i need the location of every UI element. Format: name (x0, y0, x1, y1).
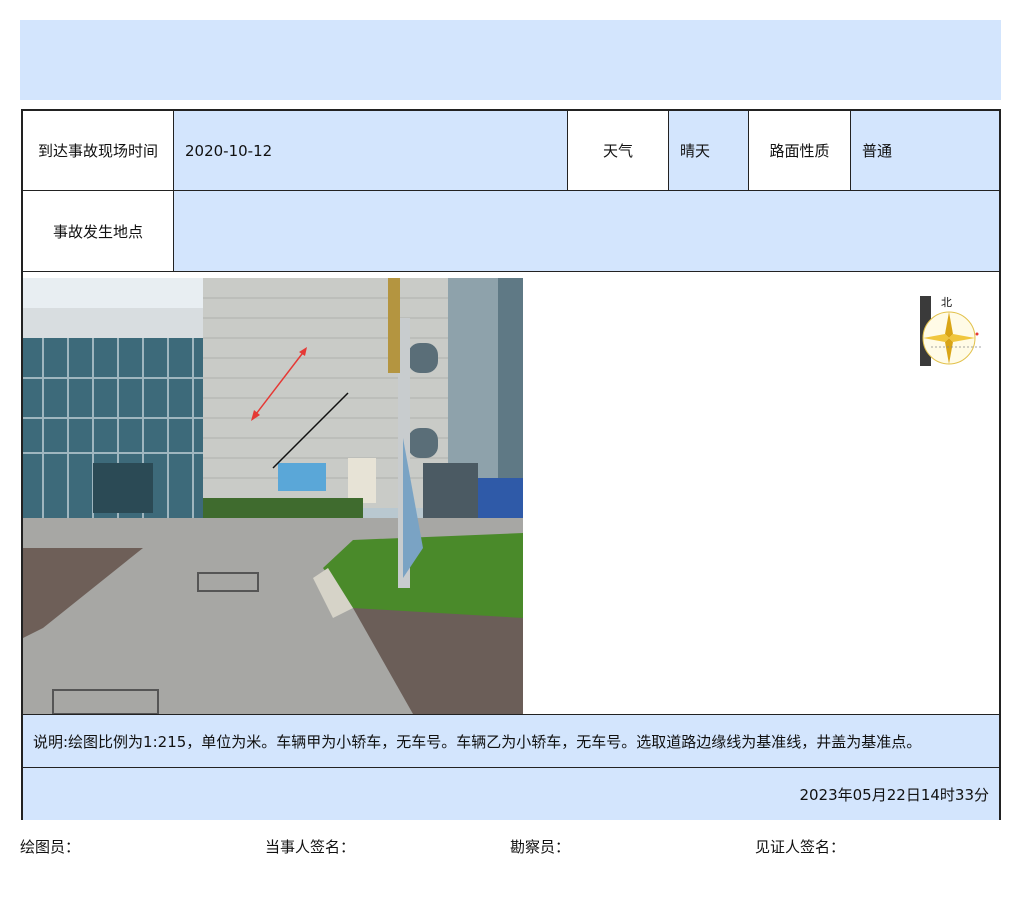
north-compass: 北 (919, 294, 983, 366)
weather-value[interactable]: 晴天 (669, 111, 749, 190)
surveyor-signature-label: 勘察员： (510, 838, 571, 856)
accident-scene-form: 到达事故现场时间 2020-10-12 天气 晴天 路面性质 普通 事故发生地点 (21, 109, 1001, 820)
location-label: 事故发生地点 (23, 191, 174, 271)
datetime-row: 2023年05月22日14时33分 (23, 768, 999, 820)
diagram-row: 北 (23, 272, 999, 715)
compass-north-label: 北 (941, 296, 952, 309)
scene-photo (23, 278, 523, 714)
scene-photo-graphic (23, 278, 523, 714)
road-surface-value[interactable]: 普通 (851, 111, 999, 190)
info-row: 到达事故现场时间 2020-10-12 天气 晴天 路面性质 普通 (23, 111, 999, 191)
weather-label: 天气 (568, 111, 669, 190)
location-row: 事故发生地点 (23, 191, 999, 272)
witness-signature-label: 见证人签名： (755, 838, 846, 856)
scale-note: 说明:绘图比例为1:215，单位为米。车辆甲为小轿车，无车号。车辆乙为小轿车，无… (33, 732, 922, 751)
arrival-time-label: 到达事故现场时间 (23, 111, 174, 190)
location-value[interactable] (174, 191, 999, 271)
note-row: 说明:绘图比例为1:215，单位为米。车辆甲为小轿车，无车号。车辆乙为小轿车，无… (23, 715, 999, 768)
drafter-signature-label: 绘图员： (20, 838, 81, 856)
road-surface-label: 路面性质 (749, 111, 851, 190)
title-bar (20, 20, 1001, 100)
party-signature-label: 当事人签名： (265, 838, 356, 856)
draw-datetime: 2023年05月22日14时33分 (799, 785, 989, 804)
arrival-time-value[interactable]: 2020-10-12 (174, 111, 568, 190)
